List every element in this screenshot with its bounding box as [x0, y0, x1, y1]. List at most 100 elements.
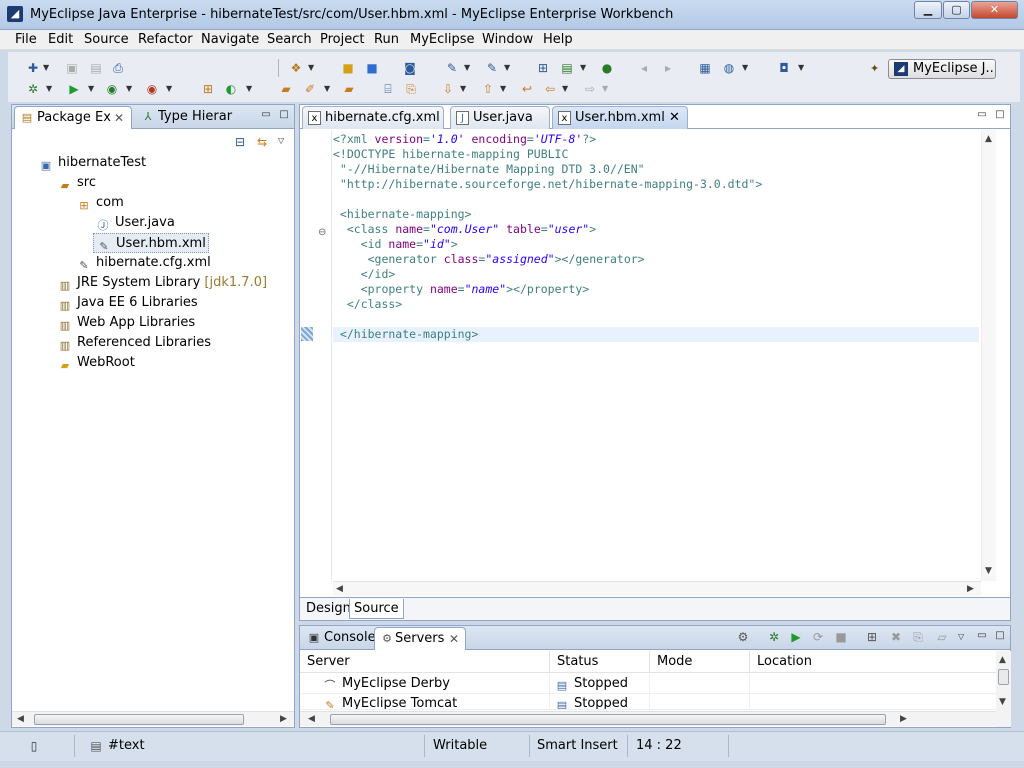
tab-design[interactable]: Design: [302, 599, 355, 619]
open-perspective-icon[interactable]: ▦: [697, 60, 713, 76]
close-button[interactable]: ✕: [971, 1, 1018, 19]
remove-icon[interactable]: ✖: [888, 629, 904, 645]
tree-item-webroot[interactable]: ▰ WebRoot: [57, 353, 135, 373]
table-row[interactable]: ✎ MyEclipse Tomcat ▤ Stopped: [300, 694, 996, 710]
redeploy-icon[interactable]: ⎘: [910, 629, 926, 645]
toggle-mark-icon[interactable]: ⌸: [380, 81, 396, 97]
open-folder-icon[interactable]: ▰: [278, 81, 294, 97]
new-dropdown-icon[interactable]: ▼: [43, 60, 51, 76]
start-server-icon[interactable]: ▶: [788, 629, 804, 645]
prev-annotation-icon[interactable]: ⇧: [480, 81, 496, 97]
tab-package-explorer[interactable]: ▤ Package Ex ✕: [14, 106, 132, 129]
scroll-right-icon[interactable]: ▶: [900, 714, 907, 724]
left-horizontal-scrollbar[interactable]: ◀ ▶: [12, 711, 294, 726]
menu-project[interactable]: Project: [320, 32, 364, 47]
hibernate-icon[interactable]: ◙: [402, 60, 418, 76]
prev-annotation-dropdown-icon[interactable]: ▼: [500, 81, 508, 97]
browse-icon[interactable]: ▱: [934, 629, 950, 645]
tree-item-hibernate-cfg-xml[interactable]: ✎ hibernate.cfg.xml: [76, 253, 210, 273]
maximize-view-icon[interactable]: □: [994, 630, 1006, 642]
tree-item-user-java[interactable]: Ⓙ User.java: [95, 213, 175, 233]
snapshot-dropdown-icon[interactable]: ▼: [798, 60, 806, 76]
server-icon[interactable]: ■: [364, 60, 380, 76]
stop-server-icon[interactable]: ■: [833, 629, 849, 645]
minimize-view-icon[interactable]: ▭: [260, 109, 272, 121]
run-server-dropdown-icon[interactable]: ▼: [580, 60, 588, 76]
external-tools-dropdown-icon[interactable]: ▼: [126, 81, 134, 97]
run-icon[interactable]: ▶: [66, 81, 82, 97]
view-menu-icon[interactable]: ▽: [278, 133, 286, 149]
menu-window[interactable]: Window: [482, 32, 533, 47]
scroll-thumb[interactable]: [34, 714, 244, 725]
table-row[interactable]: ⌒ MyEclipse Derby ▤ Stopped: [300, 674, 996, 694]
back-icon[interactable]: ◂: [636, 60, 652, 76]
menu-edit[interactable]: Edit: [48, 32, 73, 47]
deploy-project-icon[interactable]: ⊞: [864, 629, 880, 645]
tab-source[interactable]: Source: [349, 599, 404, 619]
deploy-icon[interactable]: ■: [340, 60, 356, 76]
snapshot-icon[interactable]: ◘: [776, 60, 792, 76]
browser-dropdown-icon[interactable]: ▼: [742, 60, 750, 76]
tab-hibernate-cfg-xml[interactable]: x hibernate.cfg.xml: [302, 106, 444, 129]
coverage-icon[interactable]: ◉: [144, 81, 160, 97]
tab-servers[interactable]: ⚙ Servers ✕: [374, 627, 466, 650]
servers-vertical-scrollbar[interactable]: ▲ ▼: [996, 651, 1011, 727]
view-menu-icon[interactable]: ▽: [958, 629, 966, 645]
tab-console[interactable]: ▣ Console: [302, 627, 376, 650]
profile-server-icon[interactable]: ⟳: [810, 629, 826, 645]
debug-dropdown-icon[interactable]: ▼: [46, 81, 54, 97]
annotation-icon[interactable]: ⎘: [403, 81, 419, 97]
next-annotation-dropdown-icon[interactable]: ▼: [460, 81, 468, 97]
maximize-view-icon[interactable]: □: [278, 109, 290, 121]
menu-refactor[interactable]: Refactor: [138, 32, 193, 47]
print-icon[interactable]: ⎙: [110, 60, 126, 76]
fast-view-icon[interactable]: ▯: [26, 738, 42, 754]
column-location[interactable]: Location: [750, 651, 996, 673]
column-status[interactable]: Status: [550, 651, 650, 673]
new-package-icon[interactable]: ⊞: [200, 81, 216, 97]
coverage-dropdown-icon[interactable]: ▼: [166, 81, 174, 97]
external-tools-icon[interactable]: ◉: [104, 81, 120, 97]
pen-dropdown-icon[interactable]: ▼: [324, 81, 332, 97]
maximize-editor-icon[interactable]: □: [994, 109, 1006, 121]
scroll-thumb[interactable]: [998, 669, 1009, 685]
menu-search[interactable]: Search: [267, 32, 312, 47]
debug-server-icon[interactable]: ✲: [766, 629, 782, 645]
tab-user-hbm-xml[interactable]: x User.hbm.xml ✕: [552, 106, 688, 129]
open-task-dropdown-icon[interactable]: ▼: [504, 60, 512, 76]
globe-icon[interactable]: ●: [599, 60, 615, 76]
scroll-right-icon[interactable]: ▶: [280, 714, 287, 724]
scroll-left-icon[interactable]: ◀: [308, 714, 315, 724]
save-icon[interactable]: ▣: [64, 60, 80, 76]
menu-run[interactable]: Run: [374, 32, 399, 47]
new-class-dropdown-icon[interactable]: ▼: [246, 81, 254, 97]
servers-horizontal-scrollbar[interactable]: ◀ ▶: [300, 711, 996, 726]
new-web-dropdown-icon[interactable]: ▼: [308, 60, 316, 76]
close-icon[interactable]: ✕: [669, 110, 680, 125]
close-icon[interactable]: ✕: [114, 107, 124, 129]
minimize-editor-icon[interactable]: ▭: [976, 109, 988, 121]
tab-user-java[interactable]: J User.java: [450, 106, 550, 129]
column-mode[interactable]: Mode: [650, 651, 750, 673]
open-perspective-button-icon[interactable]: ✦: [870, 62, 884, 76]
scroll-up-icon[interactable]: ▲: [999, 655, 1006, 665]
forward-icon[interactable]: ▸: [660, 60, 676, 76]
tree-item-user-hbm-xml[interactable]: ✎ User.hbm.xml: [93, 233, 209, 253]
save-all-icon[interactable]: ▤: [88, 60, 104, 76]
pen-icon[interactable]: ✐: [302, 81, 318, 97]
menu-help[interactable]: Help: [543, 32, 573, 47]
scroll-right-icon[interactable]: ▶: [967, 584, 974, 594]
open-type-icon[interactable]: ✎: [444, 60, 460, 76]
debug-icon[interactable]: ✲: [25, 81, 41, 97]
new-class-icon[interactable]: ◐: [223, 81, 239, 97]
open-type-dropdown-icon[interactable]: ▼: [464, 60, 472, 76]
close-icon[interactable]: ✕: [449, 628, 459, 650]
tree-item-jre-system-library[interactable]: ▥ JRE System Library [jdk1.7.0]: [57, 273, 267, 293]
maximize-button[interactable]: ▢: [943, 1, 970, 19]
new-icon[interactable]: ✚: [25, 60, 41, 76]
scroll-left-icon[interactable]: ◀: [336, 584, 343, 594]
browser-icon[interactable]: ◍: [721, 60, 737, 76]
nav-forward-icon[interactable]: ⇨: [582, 81, 598, 97]
collapse-all-icon[interactable]: ⊟: [232, 134, 248, 150]
menu-navigate[interactable]: Navigate: [201, 32, 259, 47]
